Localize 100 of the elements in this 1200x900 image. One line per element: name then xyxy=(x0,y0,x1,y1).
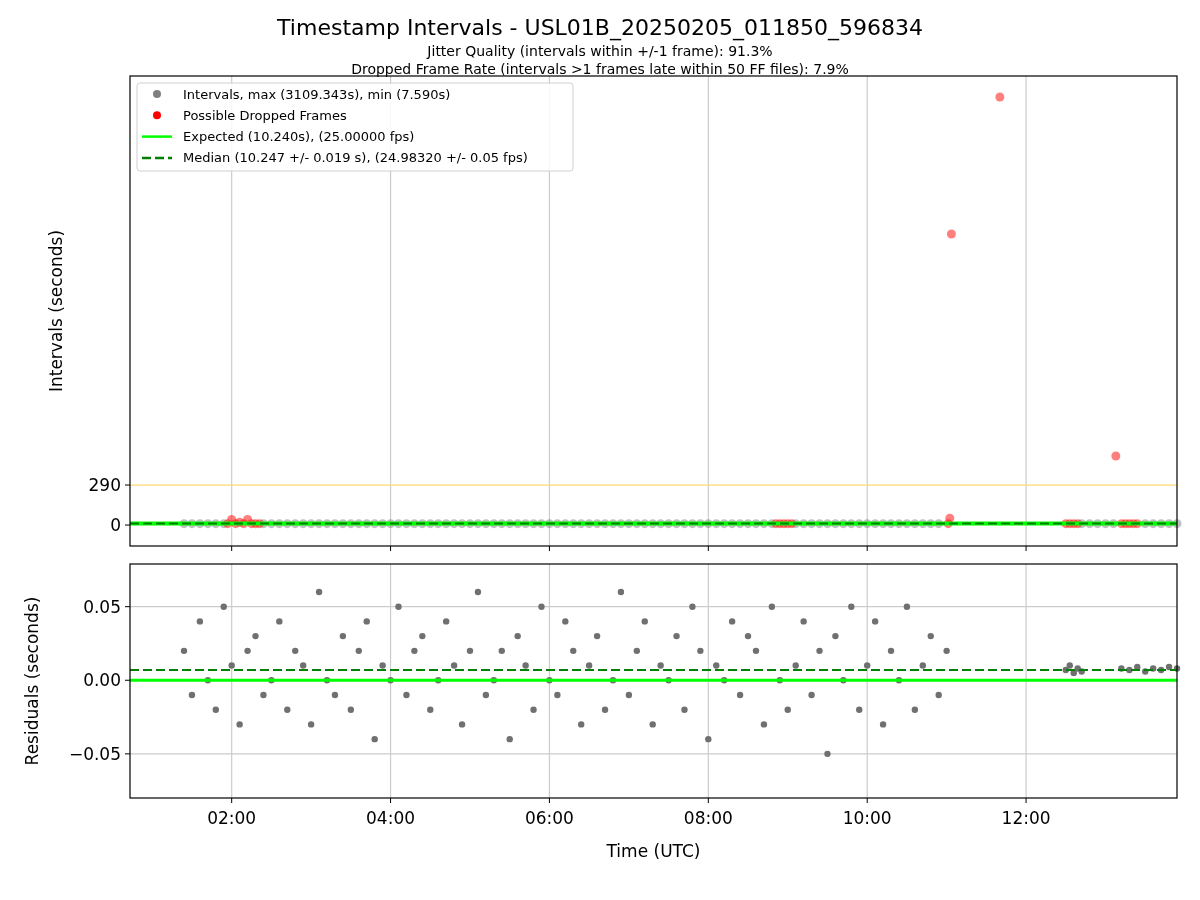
data-point xyxy=(554,691,561,699)
data-point xyxy=(363,618,370,625)
data-point xyxy=(1061,519,1071,529)
data-point xyxy=(306,519,316,529)
data-point xyxy=(1140,519,1150,529)
data-point xyxy=(600,519,610,529)
data-point xyxy=(665,677,672,684)
data-point xyxy=(903,603,911,610)
data-point xyxy=(179,519,189,529)
data-point xyxy=(911,706,919,713)
data-point xyxy=(195,519,205,529)
data-point xyxy=(284,706,291,713)
data-point xyxy=(395,603,402,610)
data-point xyxy=(323,677,331,684)
data-point xyxy=(1111,451,1121,461)
data-point xyxy=(546,677,553,684)
data-point xyxy=(570,647,577,655)
tick-label: 04:00 xyxy=(366,808,416,828)
data-point xyxy=(211,519,221,529)
data-point xyxy=(490,677,498,684)
data-point xyxy=(1148,519,1158,529)
data-point xyxy=(338,519,348,529)
data-point xyxy=(314,519,324,529)
data-point xyxy=(771,519,781,529)
data-point xyxy=(497,519,507,529)
data-point xyxy=(760,721,768,728)
data-point xyxy=(887,647,895,655)
data-point xyxy=(687,519,697,529)
data-point xyxy=(779,519,789,529)
data-point xyxy=(562,618,569,625)
data-point xyxy=(840,677,847,684)
data-point xyxy=(680,519,689,529)
data-point xyxy=(946,229,956,239)
data-point xyxy=(506,735,513,743)
data-point xyxy=(648,519,658,529)
data-point xyxy=(934,519,944,529)
data-point xyxy=(473,519,483,529)
data-point xyxy=(895,677,903,684)
chart-subtitle: Jitter Quality (intervals within +/-1 frame): 91.3% xyxy=(427,42,773,60)
data-point xyxy=(783,519,793,529)
data-point xyxy=(498,647,505,655)
data-point xyxy=(260,691,267,699)
data-point xyxy=(450,662,458,669)
data-point xyxy=(268,677,275,684)
data-point xyxy=(584,519,594,529)
data-point xyxy=(514,632,521,640)
data-point xyxy=(568,519,578,529)
data-point xyxy=(187,519,197,529)
data-point xyxy=(1073,519,1083,529)
data-point xyxy=(417,519,427,529)
data-point xyxy=(1093,519,1103,529)
data-point xyxy=(379,662,386,669)
data-point xyxy=(943,519,953,529)
data-point xyxy=(354,519,364,529)
data-point xyxy=(466,647,474,655)
data-point xyxy=(552,519,562,529)
data-point xyxy=(322,519,332,529)
data-point xyxy=(1172,519,1182,529)
data-point xyxy=(435,677,442,684)
legend-label: Expected (10.240s), (25.00000 fps) xyxy=(183,129,415,145)
data-point xyxy=(910,519,920,529)
data-point xyxy=(664,519,674,529)
data-point xyxy=(371,735,378,743)
tick-label: 0.05 xyxy=(83,596,121,617)
data-point xyxy=(441,519,451,529)
data-point xyxy=(1132,519,1142,529)
data-point xyxy=(481,519,491,529)
data-point xyxy=(521,519,531,529)
data-point xyxy=(759,519,769,529)
tick-label: 0 xyxy=(110,515,121,536)
data-point xyxy=(695,519,705,529)
data-point xyxy=(633,647,640,655)
data-point xyxy=(300,662,307,669)
data-point xyxy=(945,513,955,523)
data-point xyxy=(220,603,227,610)
data-point xyxy=(894,519,904,529)
data-point xyxy=(403,691,410,699)
data-point xyxy=(266,519,276,529)
data-point xyxy=(673,632,680,640)
data-point xyxy=(616,519,626,529)
data-point xyxy=(822,519,832,529)
axis-label: Residuals (seconds) xyxy=(22,596,42,766)
data-point xyxy=(721,677,728,684)
data-point xyxy=(298,519,308,529)
data-point xyxy=(878,519,888,529)
data-point xyxy=(219,519,229,529)
data-point xyxy=(744,632,752,640)
data-point xyxy=(1120,519,1130,529)
data-point xyxy=(1156,519,1166,529)
legend-label: Median (10.247 +/- 0.019 s), (24.98320 +/- 0.05 fps) xyxy=(183,150,528,166)
data-point xyxy=(808,691,815,699)
data-point xyxy=(427,706,434,713)
data-point xyxy=(656,519,666,529)
data-point xyxy=(728,618,736,625)
data-point xyxy=(800,618,807,625)
data-point xyxy=(617,588,625,596)
data-point xyxy=(816,647,823,655)
data-point xyxy=(538,603,545,610)
data-point xyxy=(736,691,744,699)
data-point xyxy=(394,519,403,529)
